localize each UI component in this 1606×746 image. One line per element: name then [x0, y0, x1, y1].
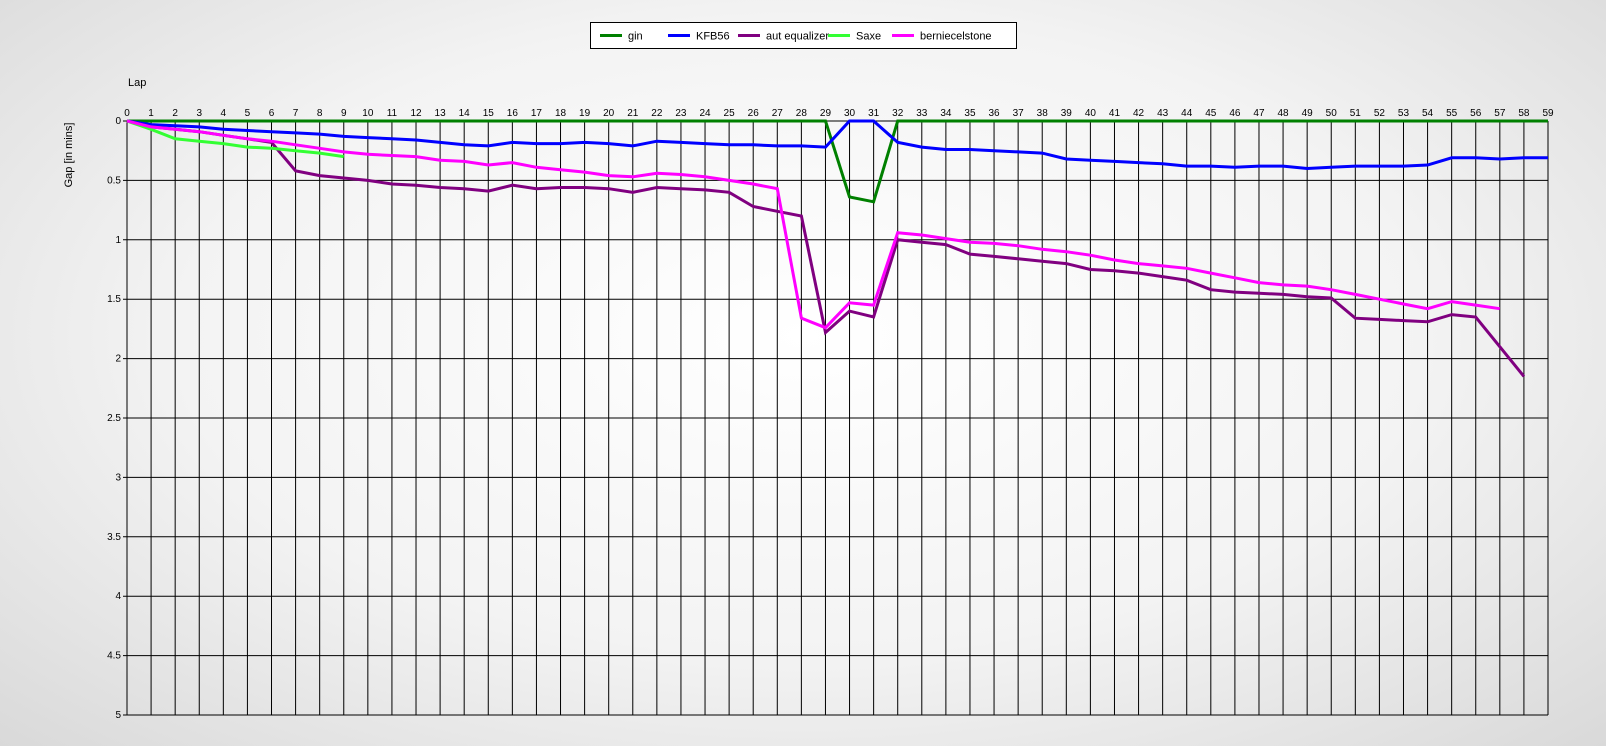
x-tick-label: 37 [1013, 108, 1025, 119]
x-tick-label: 7 [293, 108, 299, 119]
x-tick-label: 38 [1037, 108, 1049, 119]
y-tick-label: 4.5 [107, 651, 121, 662]
x-tick-label: 40 [1085, 108, 1097, 119]
x-tick-label: 54 [1422, 108, 1434, 119]
x-tick-label: 13 [435, 108, 447, 119]
x-tick-label: 28 [796, 108, 808, 119]
x-tick-label: 19 [579, 108, 591, 119]
x-tick-label: 14 [459, 108, 471, 119]
x-tick-label: 41 [1109, 108, 1121, 119]
x-tick-label: 6 [269, 108, 275, 119]
x-tick-label: 33 [916, 108, 928, 119]
x-tick-label: 4 [221, 108, 227, 119]
x-tick-label: 17 [531, 108, 543, 119]
x-tick-label: 45 [1205, 108, 1217, 119]
x-tick-label: 50 [1326, 108, 1338, 119]
x-tick-label: 11 [387, 108, 398, 119]
x-tick-label: 12 [410, 108, 422, 119]
x-tick-label: 9 [341, 108, 347, 119]
x-tick-label: 8 [317, 108, 323, 119]
x-tick-label: 48 [1278, 108, 1290, 119]
x-tick-label: 43 [1157, 108, 1169, 119]
y-tick-label: 0 [115, 116, 121, 127]
x-axis-title: Lap [128, 77, 146, 89]
x-tick-label: 30 [844, 108, 856, 119]
x-tick-label: 35 [964, 108, 976, 119]
x-tick-label: 29 [820, 108, 832, 119]
x-tick-label: 27 [772, 108, 784, 119]
y-tick-label: 4 [115, 591, 121, 602]
legend-label-saxe: Saxe [856, 31, 881, 43]
x-tick-label: 52 [1374, 108, 1386, 119]
y-tick-label: 2 [115, 354, 121, 365]
y-tick-label: 3.5 [107, 532, 121, 543]
x-tick-label: 5 [245, 108, 251, 119]
legend-label-berniecelstone: berniecelstone [920, 31, 992, 43]
x-tick-label: 20 [603, 108, 615, 119]
x-tick-label: 23 [675, 108, 687, 119]
grid [123, 120, 1549, 716]
legend-label-kfb56: KFB56 [696, 31, 730, 43]
x-tick-label: 34 [940, 108, 952, 119]
x-tick-label: 21 [627, 108, 639, 119]
series-lines [126, 119, 1548, 378]
x-tick-label: 25 [724, 108, 736, 119]
y-tick-label: 1 [115, 235, 121, 246]
legend-label-gin: gin [628, 31, 643, 43]
x-tick-label: 39 [1061, 108, 1073, 119]
x-tick-label: 26 [748, 108, 760, 119]
x-tick-label: 31 [868, 108, 880, 119]
x-tick-label: 36 [988, 108, 1000, 119]
x-tick-label: 47 [1253, 108, 1265, 119]
x-tick-label: 22 [651, 108, 663, 119]
x-tick-label: 55 [1446, 108, 1458, 119]
x-tick-label: 56 [1470, 108, 1482, 119]
x-tick-label: 59 [1542, 108, 1554, 119]
x-tick-label: 2 [172, 108, 178, 119]
x-tick-label: 10 [362, 108, 374, 119]
x-tick-label: 18 [555, 108, 567, 119]
y-tick-label: 5 [115, 710, 121, 721]
gap-chart: 0 1 2 3 4 5 6 7 8 9 10 11 12 13 14 15 16 17 18 19 20 21 22 23 24… [63, 22, 1554, 721]
x-tick-label: 0 [124, 108, 130, 119]
x-tick-label: 32 [892, 108, 904, 119]
y-tick-label: 2.5 [107, 413, 121, 424]
x-tick-label: 53 [1398, 108, 1410, 119]
y-axis-ticks: 0 0.5 1 1.5 2 2.5 3 3.5 4 4.5 5 [107, 116, 121, 721]
legend-label-aut-equalizer: aut equalizer [766, 31, 829, 43]
x-tick-label: 44 [1181, 108, 1193, 119]
x-tick-label: 57 [1494, 108, 1506, 119]
x-tick-label: 3 [196, 108, 202, 119]
x-tick-label: 24 [699, 108, 711, 119]
x-tick-label: 15 [483, 108, 495, 119]
y-tick-label: 3 [115, 472, 121, 483]
x-tick-label: 16 [507, 108, 519, 119]
x-tick-label: 42 [1133, 108, 1145, 119]
legend: gin KFB56 aut equalizer Saxe berniecelstone [590, 22, 1017, 49]
x-tick-label: 51 [1350, 108, 1362, 119]
y-axis-title: Gap [in mins] [63, 123, 75, 188]
x-tick-label: 58 [1518, 108, 1530, 119]
y-tick-label: 0.5 [107, 175, 121, 186]
x-tick-label: 49 [1302, 108, 1314, 119]
x-tick-label: 1 [148, 108, 154, 119]
x-axis-ticks: 0 1 2 3 4 5 6 7 8 9 10 11 12 13 14 15 16 17 18 19 20 21 22 23 24… [124, 108, 1554, 119]
y-tick-label: 1.5 [107, 294, 121, 305]
x-tick-label: 46 [1229, 108, 1241, 119]
